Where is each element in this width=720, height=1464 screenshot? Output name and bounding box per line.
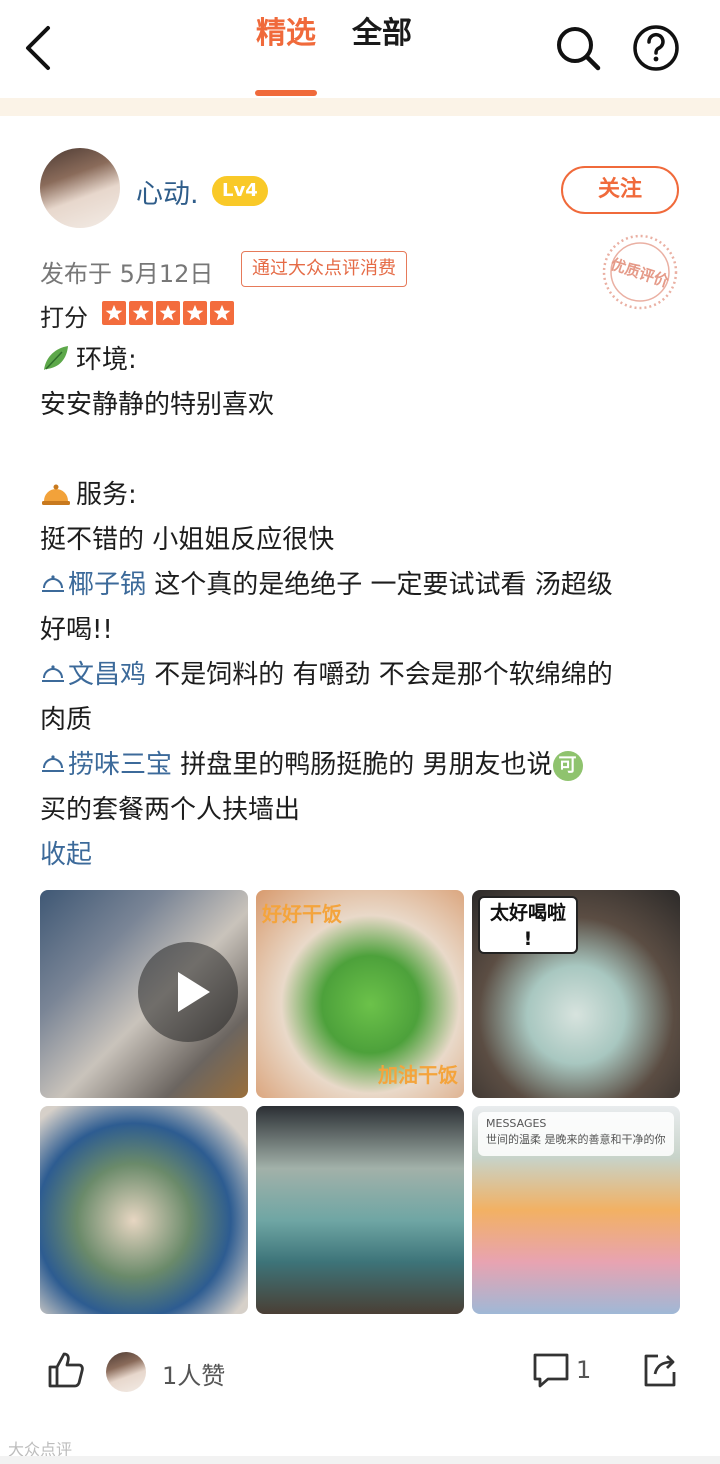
- help-button[interactable]: [632, 24, 680, 72]
- photo-6[interactable]: MESSAGES 世间的温柔 是晚来的善意和干净的你: [472, 1106, 680, 1314]
- dish-tag-2[interactable]: 文昌鸡: [40, 660, 146, 690]
- rating-stars: [102, 301, 234, 325]
- username[interactable]: 心动.: [136, 172, 199, 211]
- svg-text:优质评价: 优质评价: [608, 255, 672, 291]
- service-text: 挺不错的 小姐姐反应很快: [40, 525, 335, 555]
- tab-all[interactable]: 全部: [352, 8, 412, 52]
- photo-5[interactable]: [256, 1106, 464, 1314]
- star-icon: [183, 301, 207, 325]
- comment-icon: [533, 1353, 569, 1388]
- question-icon: [633, 25, 679, 71]
- dish1-text-cont: 好喝!!: [40, 615, 113, 645]
- photo-caption-top: 好好干饭: [262, 902, 342, 926]
- quality-review-stamp: 优质评价: [602, 234, 678, 310]
- dish-cover-icon: [42, 575, 64, 592]
- like-count[interactable]: 1人赞: [162, 1356, 225, 1391]
- dish2-text: 不是饲料的 有嚼劲 不会是那个软绵绵的: [146, 660, 613, 690]
- thumbs-up-icon: [48, 1352, 84, 1388]
- dish1-line: 椰子锅 这个真的是绝绝子 一定要试试看 汤超级: [40, 563, 680, 608]
- service-title: 服务:: [76, 480, 137, 510]
- like-button[interactable]: [46, 1350, 86, 1390]
- star-icon: [156, 301, 180, 325]
- comment-count: 1: [576, 1356, 592, 1384]
- dish3-text: 拼盘里的鸭肠挺脆的 男朋友也说: [172, 750, 553, 780]
- service-bell-icon: [42, 484, 70, 505]
- dish-cover-icon: [42, 665, 64, 682]
- env-text: 安安静静的特别喜欢: [40, 390, 275, 420]
- share-icon: [644, 1354, 676, 1387]
- play-icon[interactable]: [138, 942, 238, 1042]
- follow-button[interactable]: 关注: [561, 166, 679, 214]
- leaf-icon: [44, 346, 68, 370]
- liker-avatar[interactable]: [106, 1352, 146, 1392]
- rating-label: 打分: [40, 304, 88, 332]
- share-button[interactable]: [642, 1352, 678, 1388]
- env-title: 环境:: [76, 345, 137, 375]
- back-button[interactable]: [20, 24, 60, 72]
- top-nav-bar: 精选 全部: [0, 0, 720, 98]
- env-title-line: 环境:: [40, 338, 680, 383]
- avatar[interactable]: [40, 148, 120, 228]
- chevron-left-icon: [26, 26, 50, 70]
- header-separator: [0, 98, 720, 116]
- ke-emoji-icon: 可: [552, 751, 583, 781]
- tab-active-indicator: [255, 90, 317, 96]
- search-button[interactable]: [554, 24, 602, 72]
- dish3-text-cont: 买的套餐两个人扶墙出: [40, 795, 301, 825]
- star-icon: [129, 301, 153, 325]
- photo-3[interactable]: 太好喝啦 !: [472, 890, 680, 1098]
- photo-4[interactable]: [40, 1106, 248, 1314]
- dish-tag-1[interactable]: 椰子锅: [40, 570, 146, 600]
- review-body: 环境: 安安静静的特别喜欢 服务: 挺不错的 小姐姐反应很快 椰子锅 这个真的是…: [40, 338, 680, 878]
- post-date: 发布于 5月12日: [40, 260, 214, 288]
- dish-tag-3[interactable]: 捞味三宝: [40, 750, 172, 780]
- dish2-text-cont: 肉质: [40, 705, 93, 735]
- dish3-line: 捞味三宝 拼盘里的鸭肠挺脆的 男朋友也说可: [40, 743, 680, 788]
- star-icon: [102, 301, 126, 325]
- comment-button[interactable]: [532, 1352, 570, 1388]
- photo-video-thumbnail[interactable]: [40, 890, 248, 1098]
- level-badge: Lv4: [212, 176, 268, 206]
- star-icon: [210, 301, 234, 325]
- photo-caption-bottom: 加油干饭: [378, 1063, 458, 1087]
- service-title-line: 服务:: [40, 473, 680, 518]
- dish-cover-icon: [42, 755, 64, 772]
- verified-consumption-tag[interactable]: 通过大众点评消费: [241, 251, 407, 287]
- bottom-bar: [0, 1456, 720, 1464]
- tab-selected[interactable]: 精选: [256, 8, 316, 52]
- search-icon: [557, 27, 601, 71]
- photo-message-banner: MESSAGES 世间的温柔 是晚来的善意和干净的你: [478, 1112, 674, 1156]
- photo-2[interactable]: 好好干饭 加油干饭: [256, 890, 464, 1098]
- collapse-link[interactable]: 收起: [40, 833, 680, 878]
- photo-speech-bubble: 太好喝啦 !: [478, 896, 578, 954]
- dish1-text: 这个真的是绝绝子 一定要试试看 汤超级: [146, 570, 613, 600]
- dish2-line: 文昌鸡 不是饲料的 有嚼劲 不会是那个软绵绵的: [40, 653, 680, 698]
